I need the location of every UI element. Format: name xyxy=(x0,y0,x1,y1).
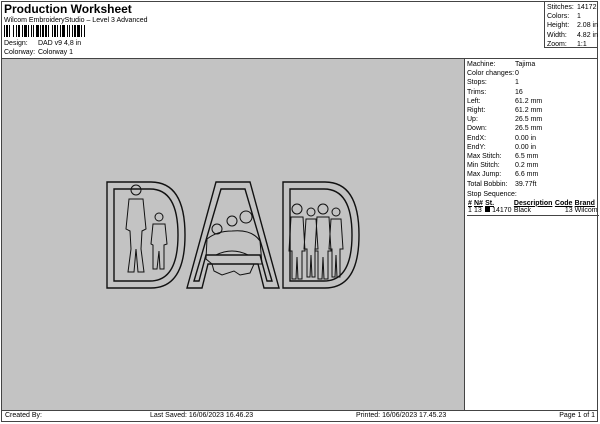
figures-group xyxy=(288,203,344,280)
stat-value: 39.77ft xyxy=(515,180,537,188)
stat-row: Min Stitch: 0.2 mm xyxy=(467,161,598,170)
colorway-label: Colorway: xyxy=(4,49,36,56)
app-subtitle: Wilcom EmbroideryStudio – Level 3 Advanc… xyxy=(4,17,148,24)
stat-row: Total Bobbin: 39.77ft xyxy=(467,180,598,189)
stop-sequence-table: # N# St. Description Code Brand 1 13 141… xyxy=(467,200,599,214)
stat-label: Up: xyxy=(467,116,478,124)
stat-label: Color changes: xyxy=(467,70,515,78)
stat-row: Stops: 1 xyxy=(467,78,598,87)
stat-row: Width: 4.82 in xyxy=(547,31,598,39)
stat-label: Right: xyxy=(467,107,486,115)
stat-row: Left: 61.2 mm xyxy=(467,97,598,106)
stat-value: 61.2 mm xyxy=(515,107,543,115)
design-meta: Design: DAD v9 4,8 in xyxy=(4,40,81,47)
col-header: St. xyxy=(485,199,495,207)
stat-label: Machine: xyxy=(467,61,496,68)
col-header: Brand xyxy=(574,199,595,207)
col-header: Description xyxy=(513,199,553,207)
design-value: DAD v9 4,8 in xyxy=(37,40,82,47)
stat-value: 0.00 in xyxy=(515,134,537,142)
stat-value: 61.2 mm xyxy=(515,97,543,105)
letter-d2-inner xyxy=(289,188,353,282)
stat-label: Total Bobbin: xyxy=(467,180,508,188)
stat-value: 6.5 mm xyxy=(515,153,539,161)
stat-value: 0 xyxy=(515,70,519,78)
col-header: N# xyxy=(473,199,483,207)
stat-row: Trims: 16 xyxy=(467,88,598,97)
stat-label: EndX: xyxy=(467,134,487,142)
colorway-meta: Colorway: Colorway 1 xyxy=(4,49,73,56)
stat-label: Min Stitch: xyxy=(467,162,500,170)
stat-row: Height: 2.08 in xyxy=(547,22,598,30)
letter-a-inner xyxy=(193,188,273,282)
table-row[interactable]: 1 13 14170 Black 13 Wilcom xyxy=(467,206,599,214)
page-title: Production Worksheet xyxy=(4,2,132,16)
letter-d2-outline xyxy=(282,181,360,289)
stat-value: 26.5 mm xyxy=(515,125,543,133)
machine-stats-panel: Machine: Tajima Color changes: 0 Stops: 1 Trim… xyxy=(464,59,599,410)
color-swatch xyxy=(485,206,491,212)
stop-sequence-label: Stop Sequence: xyxy=(467,190,517,198)
design-label: Design: xyxy=(4,40,28,47)
figures-father-son xyxy=(125,184,168,273)
stat-row: Machine: Tajima xyxy=(467,60,598,69)
stat-value: 0.2 mm xyxy=(515,162,539,170)
printed-date: Printed: 16/06/2023 17.45.23 xyxy=(356,412,447,419)
table-header-row: # N# St. Description Code Brand xyxy=(467,200,599,207)
stat-label: Left: xyxy=(467,97,481,105)
stat-row: Down: 26.5 mm xyxy=(467,124,598,133)
table-divider xyxy=(467,214,599,216)
stat-value: 6.6 mm xyxy=(515,171,539,179)
last-saved: Last Saved: 16/06/2023 16.46.23 xyxy=(150,412,254,419)
stat-row: Max Jump: 6.6 mm xyxy=(467,170,598,179)
letter-d-outline xyxy=(106,181,186,289)
stat-row: Zoom: 1:1 xyxy=(547,40,587,48)
design-preview xyxy=(106,181,360,289)
stat-label: Stops: xyxy=(467,79,487,87)
stat-value: 1 xyxy=(515,79,519,87)
stat-row: Stitches: 14172 xyxy=(547,4,597,11)
colorway-value: Colorway 1 xyxy=(37,49,73,56)
stat-row: Right: 61.2 mm xyxy=(467,106,598,115)
stat-label: Trims: xyxy=(467,88,487,96)
stat-label: EndY: xyxy=(467,143,486,151)
stat-value: Tajima xyxy=(515,61,536,68)
design-canvas[interactable] xyxy=(2,59,464,410)
stat-label: Down: xyxy=(467,125,487,133)
stat-row: Color changes: 0 xyxy=(467,69,598,78)
created-by: Created By: xyxy=(5,412,42,419)
stat-row: Up: 26.5 mm xyxy=(467,115,598,124)
top-stats-panel: Stitches: 14172 Colors: 1 Height: 2.08 in W… xyxy=(544,2,598,48)
stat-label: Max Jump: xyxy=(467,171,502,179)
stat-row: EndX: 0.00 in xyxy=(467,134,598,143)
stat-value: 0.00 in xyxy=(515,143,537,151)
stat-row: Max Stitch: 6.5 mm xyxy=(467,152,598,161)
stat-value: 16 xyxy=(515,88,523,96)
stat-row: EndY: 0.00 in xyxy=(467,143,598,152)
footer: Created By: Last Saved: 16/06/2023 16.46… xyxy=(2,410,598,421)
stat-label: Max Stitch: xyxy=(467,153,502,161)
header: Production Worksheet Wilcom EmbroiderySt… xyxy=(4,2,148,25)
stat-value: 26.5 mm xyxy=(515,116,543,124)
barcode xyxy=(4,25,137,37)
page-number: Page 1 of 1 xyxy=(559,412,595,419)
col-header: Code xyxy=(554,199,573,207)
stat-row: Colors: 1 xyxy=(547,13,581,21)
letter-d-inner xyxy=(113,188,179,282)
